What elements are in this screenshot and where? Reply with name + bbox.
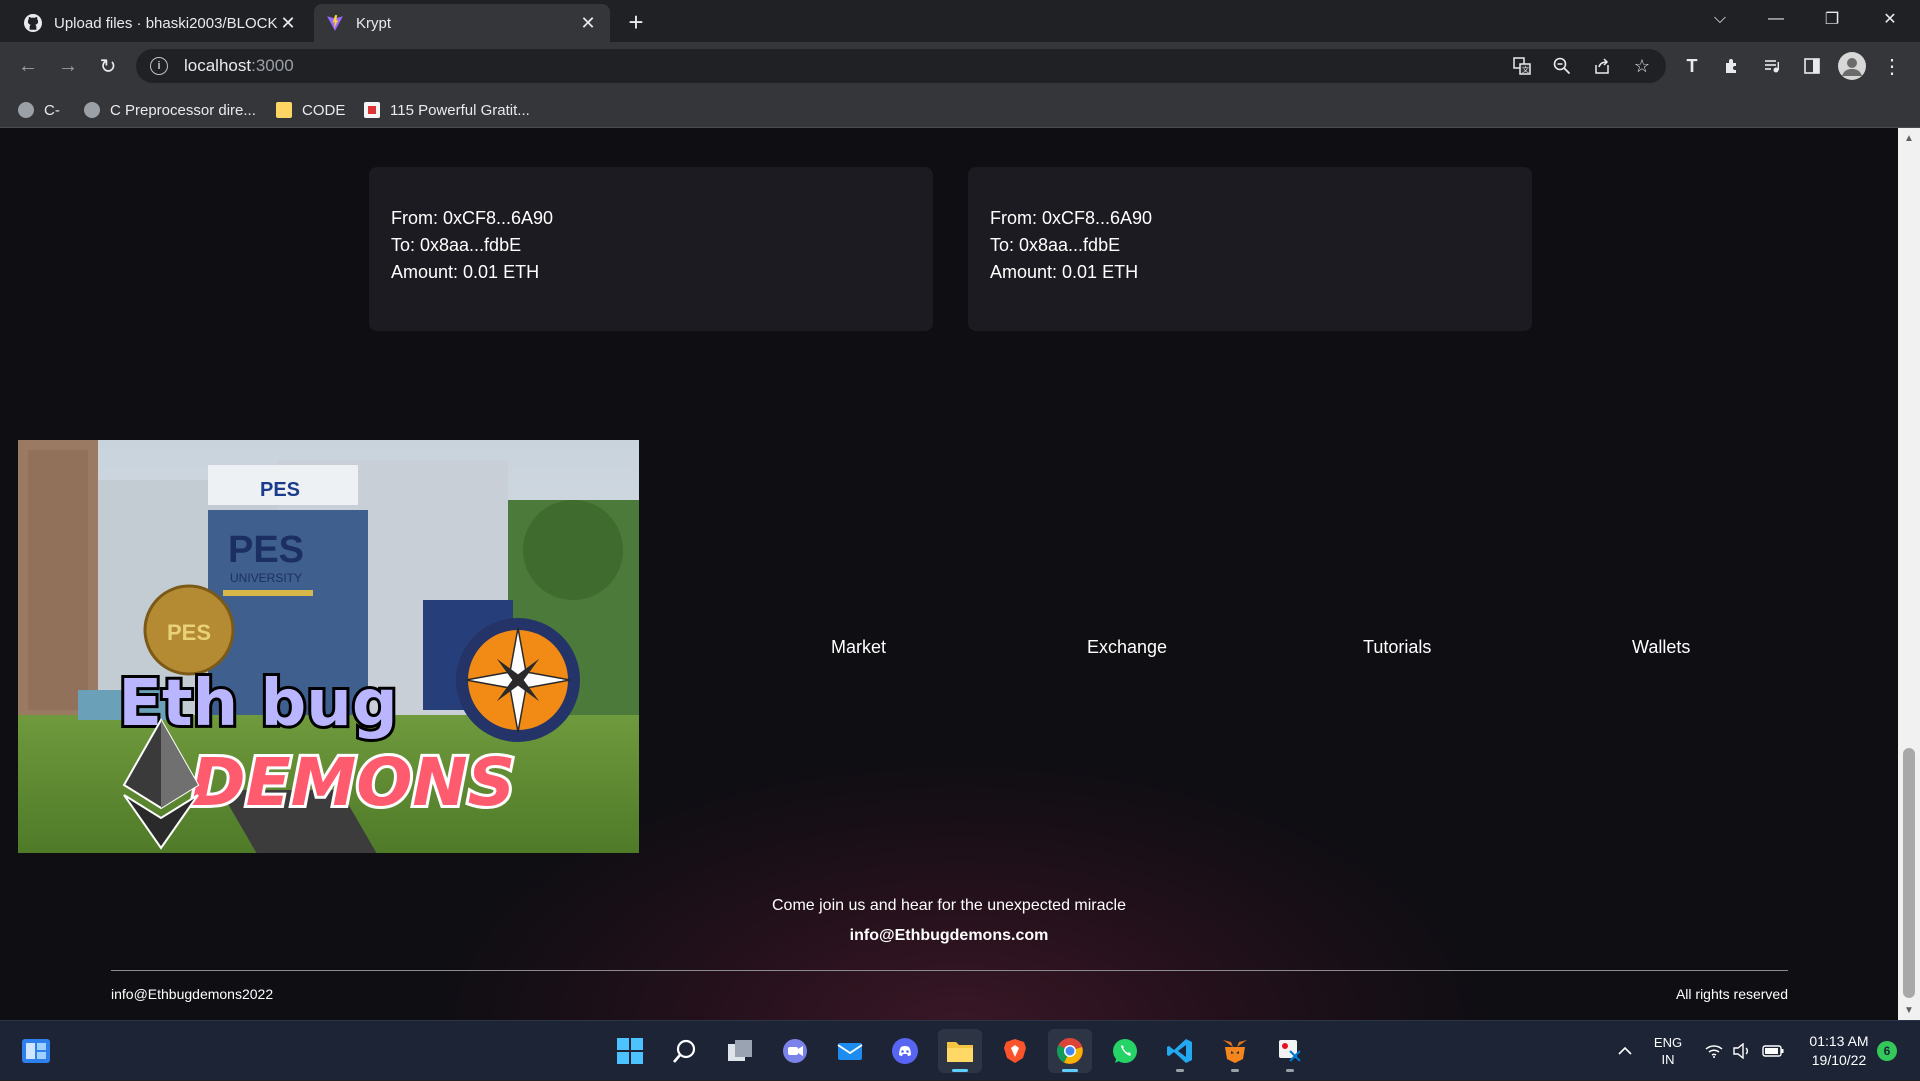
chrome-icon[interactable] <box>1048 1029 1092 1073</box>
profile-avatar[interactable] <box>1836 50 1868 82</box>
discord-icon[interactable] <box>883 1029 927 1073</box>
tab-strip: Upload files · bhaski2003/BLOCKCHAIN ✕ K… <box>0 0 1920 42</box>
translate-icon[interactable]: 文 <box>1506 50 1538 82</box>
svg-text:文: 文 <box>1522 65 1529 74</box>
site-info-icon[interactable]: i <box>150 57 168 75</box>
media-control-icon[interactable] <box>1756 50 1788 82</box>
bookmark-star-icon[interactable]: ☆ <box>1626 50 1658 82</box>
teams-chat-icon[interactable] <box>773 1029 817 1073</box>
bookmark-item[interactable]: C- <box>18 99 60 121</box>
clock-date: 19/10/22 <box>1811 1052 1867 1068</box>
tab-upload-files[interactable]: Upload files · bhaski2003/BLOCKCHAIN ✕ <box>12 4 310 42</box>
windows-taskbar: ENG IN 01:13 AM 19/10/22 6 <box>0 1020 1920 1080</box>
nav-link-market[interactable]: Market <box>831 637 886 658</box>
svg-text:UNIVERSITY: UNIVERSITY <box>230 571 302 585</box>
back-icon[interactable]: ← <box>12 50 44 82</box>
notification-center[interactable]: 6 <box>1876 1021 1898 1081</box>
clock-time: 01:13 AM <box>1809 1033 1869 1049</box>
tab-title: Krypt <box>356 14 392 32</box>
bookmark-item[interactable]: C Preprocessor dire... <box>84 99 256 121</box>
extensions-icon[interactable] <box>1716 50 1748 82</box>
transaction-to: To: 0x8aa...fdbE <box>990 235 1121 255</box>
svg-text:DEMONS: DEMONS <box>191 744 515 821</box>
forward-icon[interactable]: → <box>52 50 84 82</box>
file-explorer-icon[interactable] <box>938 1029 982 1073</box>
show-hidden-icons-chevron-icon[interactable] <box>1610 1021 1640 1081</box>
transaction-amount: Amount: 0.01 ETH <box>990 262 1139 282</box>
transaction-from: From: 0xCF8...6A90 <box>391 208 554 228</box>
volume-icon[interactable] <box>1728 1021 1756 1081</box>
scroll-up-arrow-icon[interactable]: ▲ <box>1898 130 1920 146</box>
bookmark-item[interactable]: 115 Powerful Gratit... <box>364 99 530 121</box>
reload-icon[interactable]: ↻ <box>92 50 124 82</box>
footer-rights: All rights reserved <box>1675 986 1788 1002</box>
url-text: localhost:3000 <box>184 56 294 75</box>
bookmarks-bar: C- C Preprocessor dire... CODE 115 Power… <box>0 90 1920 128</box>
footer-email[interactable]: info@Ethbugdemons.com <box>0 927 1898 945</box>
transaction-amount: Amount: 0.01 ETH <box>391 262 540 282</box>
bookmark-folder[interactable]: CODE <box>276 99 345 121</box>
search-icon[interactable] <box>663 1029 707 1073</box>
site-icon <box>364 102 380 118</box>
browser-toolbar: ← → ↻ i localhost:3000 文 ☆ T ⋮ <box>0 42 1920 90</box>
tab-title: Upload files · bhaski2003/BLOCKCHAIN <box>54 14 278 32</box>
close-tab-icon[interactable]: ✕ <box>278 13 298 33</box>
vite-icon <box>327 15 343 31</box>
start-button[interactable] <box>608 1029 652 1073</box>
transaction-to: To: 0x8aa...fdbE <box>391 235 522 255</box>
footer-copyright-email: info@Ethbugdemons2022 <box>111 986 274 1002</box>
eth-bug-demons-logo: PES PES UNIVERSITY PES Eth bug DEMONS <box>18 440 639 853</box>
widgets-icon[interactable] <box>14 1029 58 1073</box>
scroll-down-arrow-icon[interactable]: ▼ <box>1898 1002 1920 1018</box>
minimize-button[interactable]: — <box>1748 0 1804 38</box>
metamask-icon[interactable] <box>1213 1029 1257 1073</box>
transaction-from: From: 0xCF8...6A90 <box>990 208 1153 228</box>
tab-search-icon[interactable]: ⌵ <box>1692 0 1748 38</box>
brave-browser-icon[interactable] <box>993 1029 1037 1073</box>
svg-text:PES: PES <box>167 620 211 645</box>
zoom-icon[interactable] <box>1546 50 1578 82</box>
task-view-icon[interactable] <box>718 1029 762 1073</box>
battery-icon[interactable] <box>1758 1021 1788 1081</box>
transaction-card: From: 0xCF8...6A90 To: 0x8aa...fdbE Amou… <box>369 167 933 331</box>
tab-krypt[interactable]: Krypt ✕ <box>314 4 610 42</box>
globe-icon <box>18 102 34 118</box>
mail-icon[interactable] <box>828 1029 872 1073</box>
nav-link-exchange[interactable]: Exchange <box>1087 637 1167 658</box>
chrome-menu-icon[interactable]: ⋮ <box>1876 50 1908 82</box>
svg-text:PES: PES <box>228 529 304 571</box>
whatsapp-icon[interactable] <box>1103 1029 1147 1073</box>
globe-icon <box>84 102 100 118</box>
svg-text:PES: PES <box>260 479 300 501</box>
address-bar[interactable]: i localhost:3000 <box>136 49 1666 83</box>
clock[interactable]: 01:13 AM 19/10/22 <box>1800 1021 1878 1081</box>
restore-button[interactable]: ❐ <box>1804 0 1860 38</box>
language-indicator[interactable]: ENG IN <box>1648 1021 1688 1081</box>
notification-badge: 6 <box>1877 1041 1897 1061</box>
close-window-button[interactable]: ✕ <box>1862 0 1918 38</box>
page-scrollbar[interactable]: ▲ ▼ <box>1898 128 1920 1020</box>
share-icon[interactable] <box>1586 50 1618 82</box>
nav-link-tutorials[interactable]: Tutorials <box>1363 637 1431 658</box>
new-tab-button[interactable]: + <box>620 6 652 38</box>
vscode-icon[interactable] <box>1158 1029 1202 1073</box>
footer-tagline: Come join us and hear for the unexpected… <box>772 897 1126 914</box>
nav-link-wallets[interactable]: Wallets <box>1632 637 1690 658</box>
side-panel-icon[interactable] <box>1796 50 1828 82</box>
scrollbar-thumb[interactable] <box>1903 748 1915 998</box>
transaction-card: From: 0xCF8...6A90 To: 0x8aa...fdbE Amou… <box>968 167 1532 331</box>
text-extension-icon[interactable]: T <box>1676 50 1708 82</box>
wifi-icon[interactable] <box>1700 1021 1728 1081</box>
close-tab-icon[interactable]: ✕ <box>578 13 598 33</box>
snipping-tool-icon[interactable] <box>1268 1029 1312 1073</box>
folder-icon <box>276 102 292 118</box>
page-viewport: From: 0xCF8...6A90 To: 0x8aa...fdbE Amou… <box>0 128 1898 1020</box>
github-icon <box>24 14 42 32</box>
footer-divider <box>111 970 1788 971</box>
